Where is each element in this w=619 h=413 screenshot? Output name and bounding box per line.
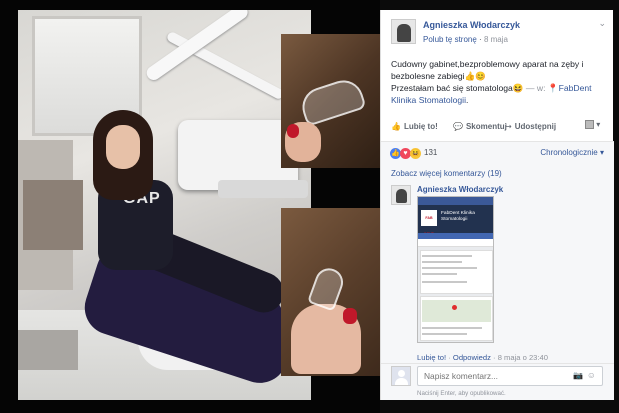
location-prefix: — w:: [525, 83, 546, 93]
comment-button[interactable]: 💬 Skomentuj: [453, 122, 507, 131]
comment-reply-link[interactable]: Odpowiedz: [453, 353, 491, 362]
comment-time[interactable]: 8 maja o 23:40: [498, 353, 548, 362]
haha-reaction-icon[interactable]: 😆: [410, 148, 421, 159]
post-as-menu[interactable]: ▾: [585, 120, 605, 134]
post-text-line: Przestałam bać się stomatologa😆 — w: 📍Fa…: [391, 83, 592, 105]
post-panel: Agnieszka Włodarczyk Polub tę stronę · 8…: [380, 10, 614, 400]
compose-hint: Naciśnij Enter, aby opublikować.: [417, 390, 506, 397]
rug: [18, 330, 78, 370]
post-actions: 👍 Lubię to! 💬 Skomentuj ↪ Udostępnij ▾: [391, 120, 606, 136]
caret-down-icon: ▾: [596, 120, 601, 129]
aligner-photo-2: [281, 208, 380, 376]
share-icon: ↪: [505, 122, 512, 131]
comment-composer: 📷 ☺ Naciśnij Enter, aby opublikować.: [381, 363, 614, 400]
dental-lamp-arm: [165, 30, 286, 101]
thumbs-up-icon: 👍: [391, 122, 401, 131]
instrument-tray: [218, 180, 308, 198]
author-avatar[interactable]: [391, 19, 416, 44]
aligner: [297, 75, 367, 127]
main-photo: GAP: [18, 10, 311, 400]
page-avatar-icon: [585, 120, 594, 130]
map-pin-icon: [452, 305, 457, 310]
clinic-title: FabDent Klinika Stomatologii: [441, 211, 475, 222]
reactions-bar: 👍 ♥ 😆 131 Chronologicznie ▾: [381, 142, 614, 166]
reaction-count[interactable]: 131: [424, 148, 437, 157]
post-text-line: bezbolesne zabiegi👍😊: [391, 71, 486, 81]
comments-section: Zobacz więcej komentarzy (19) Agnieszka …: [381, 166, 614, 363]
camera-icon[interactable]: 📷: [573, 371, 583, 380]
post-meta: Polub tę stronę · 8 maja: [423, 35, 508, 44]
comment-sort-dropdown[interactable]: Chronologicznie ▾: [540, 148, 604, 157]
like-button[interactable]: 👍 Lubię to!: [391, 122, 438, 131]
meta-dot: ·: [479, 35, 482, 44]
location-pin-icon: 📍: [547, 83, 559, 93]
nail: [343, 308, 357, 324]
aligner: [307, 264, 347, 312]
comment-like-link[interactable]: Lubię to!: [417, 353, 446, 362]
view-more-comments-link[interactable]: Zobacz więcej komentarzy (19): [391, 169, 502, 178]
user-avatar: [391, 366, 411, 386]
aligner-photo-1: [281, 34, 380, 168]
comment-actions: Lubię to! · Odpowiedz · 8 maja o 23:40: [417, 353, 548, 362]
like-page-link[interactable]: Polub tę stronę: [423, 35, 477, 44]
photo-viewer[interactable]: GAP: [0, 0, 380, 413]
clinic-logo: FAB DENT: [421, 210, 437, 236]
emoji-icon[interactable]: ☺: [587, 370, 596, 380]
person-face: [106, 125, 140, 169]
post-date[interactable]: 8 maja: [484, 35, 508, 44]
comment-screenshot-image[interactable]: FAB DENT FabDent Klinika Stomatologii: [417, 196, 494, 343]
comment-icon: 💬: [453, 122, 463, 131]
author-name[interactable]: Agnieszka Włodarczyk: [423, 20, 520, 30]
commenter-name[interactable]: Agnieszka Włodarczyk: [417, 185, 503, 194]
nail: [287, 124, 299, 138]
post-header: Agnieszka Włodarczyk Polub tę stronę · 8…: [381, 10, 614, 52]
map-preview: [422, 300, 491, 322]
cabinet: [23, 180, 83, 250]
commenter-avatar[interactable]: [391, 185, 411, 205]
post-text-line: Cudowny gabinet,bezproblemowy aparat na …: [391, 59, 584, 69]
chevron-down-icon[interactable]: ⌄: [598, 18, 606, 29]
post-text: Cudowny gabinet,bezproblemowy aparat na …: [391, 58, 606, 106]
share-button[interactable]: ↪ Udostępnij: [505, 122, 556, 131]
